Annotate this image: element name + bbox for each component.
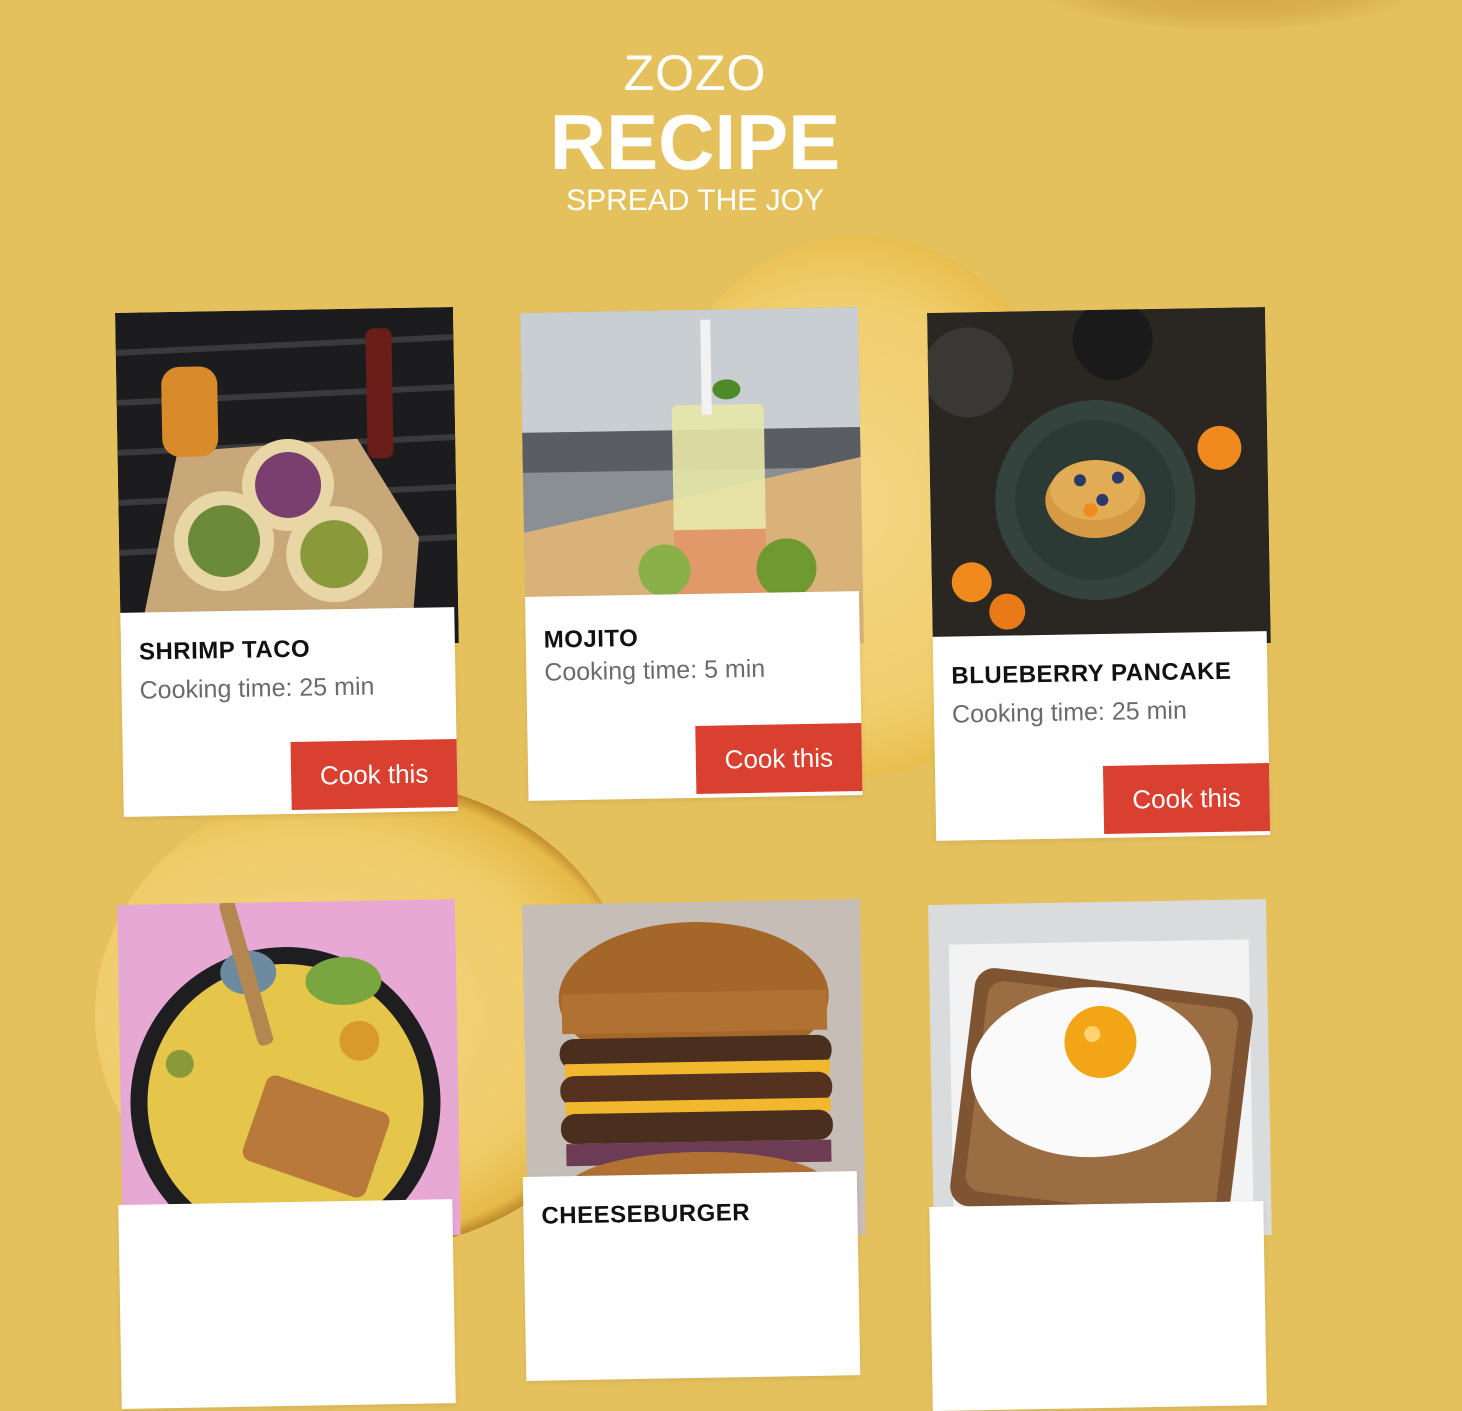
cooking-time: Cooking time: 25 min: [139, 672, 375, 705]
recipe-name: CHEESEBURGER: [541, 1199, 751, 1230]
cook-this-button[interactable]: Cook this: [290, 739, 458, 810]
blueberry-pancake-photo[interactable]: [927, 307, 1271, 649]
recipe-info-panel: SHRIMP TACO Cooking time: 25 min Cook th…: [120, 607, 458, 817]
cooking-time: Cooking time: 5 min: [544, 654, 766, 687]
lemon-decoration: [1020, 0, 1440, 30]
rice-bowl-photo[interactable]: [117, 899, 461, 1241]
recipe-name: SHRIMP TACO: [138, 635, 311, 666]
page-header: ZOZO RECIPE SPREAD THE JOY: [0, 44, 1390, 218]
recipe-card: [928, 899, 1272, 1411]
page-title: RECIPE: [549, 98, 841, 186]
shrimp-taco-photo[interactable]: [115, 307, 459, 649]
recipe-name: MOJITO: [543, 624, 639, 654]
egg-toast-photo[interactable]: [928, 899, 1272, 1241]
recipe-info-panel: CHEESEBURGER: [522, 1171, 861, 1381]
recipe-info-panel: [118, 1199, 456, 1409]
recipe-name: BLUEBERRY PANCAKE: [951, 657, 1232, 690]
recipe-info-panel: MOJITO Cooking time: 5 min Cook this: [524, 591, 863, 801]
brand-name: ZOZO: [623, 45, 767, 101]
recipe-info-panel: BLUEBERRY PANCAKE Cooking time: 25 min C…: [932, 631, 1271, 841]
recipe-info-panel: [929, 1201, 1267, 1411]
tagline: SPREAD THE JOY: [566, 184, 824, 217]
cook-this-button[interactable]: Cook this: [695, 723, 863, 794]
cooking-time: Cooking time: 25 min: [951, 696, 1188, 729]
cook-this-button[interactable]: Cook this: [1102, 763, 1271, 834]
recipe-card: MOJITO Cooking time: 5 min Cook this: [520, 307, 864, 801]
recipe-card: SHRIMP TACO Cooking time: 25 min Cook th…: [115, 307, 459, 817]
